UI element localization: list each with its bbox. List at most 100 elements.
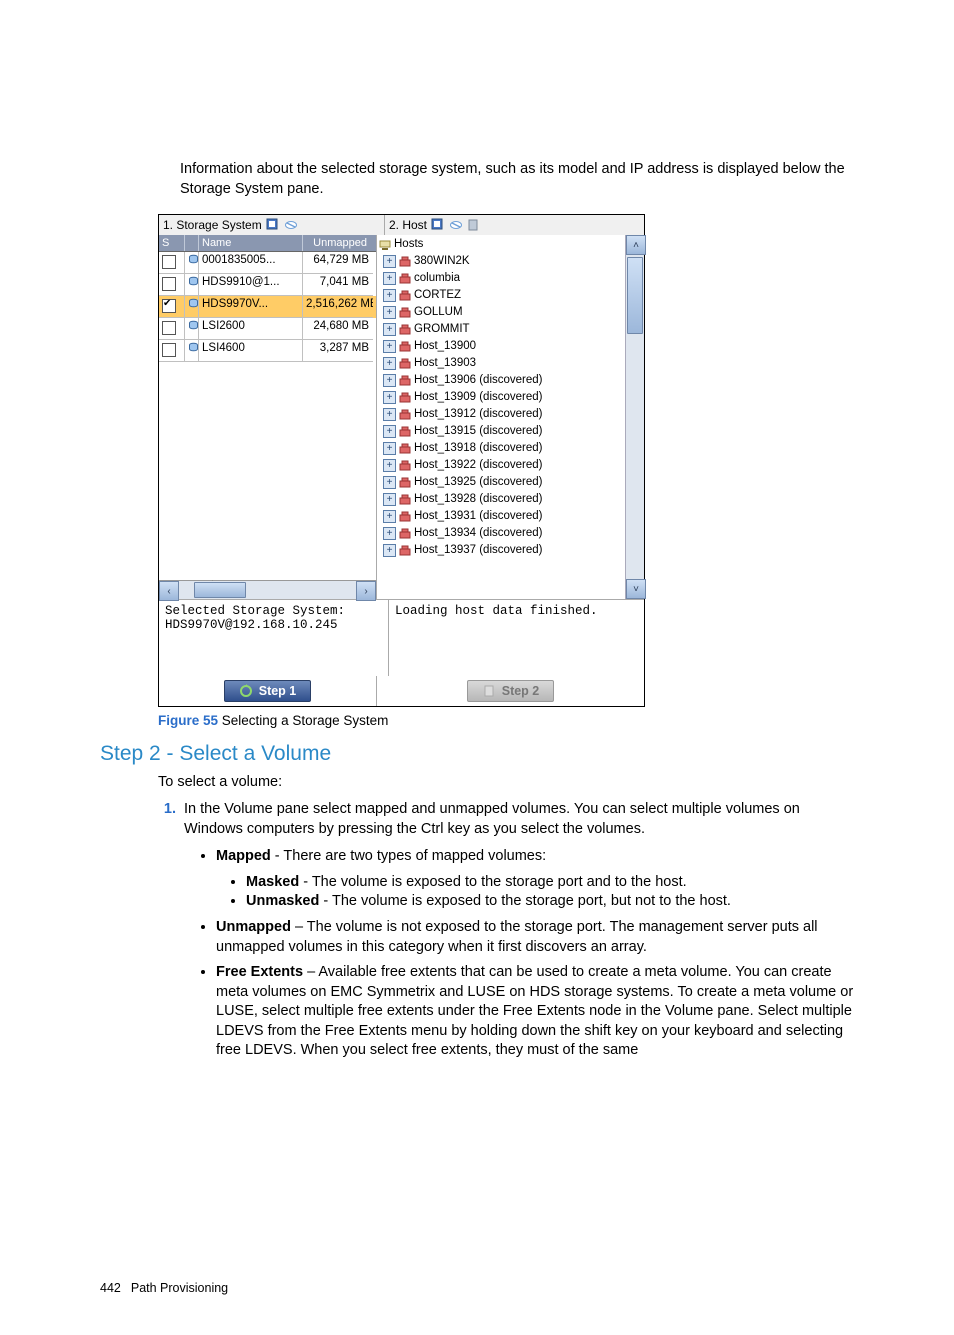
host-tree-item[interactable]: + Host_13912 (discovered): [379, 406, 623, 423]
host-tree-item[interactable]: +Host_13937 (discovered): [379, 542, 623, 559]
row-name: HDS9910@1...: [199, 274, 303, 296]
col-header-name[interactable]: Name: [199, 235, 303, 251]
expand-icon[interactable]: +: [383, 323, 396, 336]
scroll-right-button[interactable]: ›: [356, 581, 376, 601]
host-label: Host_13912 (discovered): [414, 406, 543, 423]
host-tree-item[interactable]: + Host_13922 (discovered): [379, 457, 623, 474]
intro-paragraph: Information about the selected storage s…: [180, 160, 854, 199]
expand-icon[interactable]: +: [383, 459, 396, 472]
host-label: columbia: [414, 270, 460, 287]
row-unmapped: 7,041 MB: [303, 274, 373, 296]
host-label: Host_13931 (discovered): [414, 508, 543, 525]
expand-icon[interactable]: +: [383, 340, 396, 353]
col-header-unmapped[interactable]: Unmapped: [303, 235, 373, 251]
col-header-select[interactable]: S: [159, 235, 185, 251]
host-tree-item[interactable]: +Host_13918 (discovered): [379, 440, 623, 457]
unmapped-item: Unmapped – The volume is not exposed to …: [216, 918, 854, 957]
host-label: GOLLUM: [414, 304, 463, 321]
host-label: Host_13915 (discovered): [414, 423, 543, 440]
clear-icon[interactable]: [284, 218, 298, 232]
hosts-root-label[interactable]: Hosts: [394, 236, 423, 253]
expand-icon[interactable]: +: [383, 493, 396, 506]
host-label: 380WIN2K: [414, 253, 470, 270]
row-checkbox[interactable]: [162, 343, 176, 357]
filter-icon[interactable]: [266, 218, 280, 232]
row-checkbox[interactable]: [162, 255, 176, 269]
host-label: CORTEZ: [414, 287, 461, 304]
host-icon: [399, 324, 411, 336]
host-label: Host_13909 (discovered): [414, 389, 543, 406]
scroll-left-button[interactable]: ‹: [159, 581, 179, 601]
host-tree-item[interactable]: +Host_13934 (discovered): [379, 525, 623, 542]
vertical-scrollbar[interactable]: ˄ ˅: [625, 235, 644, 599]
storage-icon: [188, 322, 199, 334]
list-item-1: In the Volume pane select mapped and unm…: [180, 800, 854, 1061]
filter-icon[interactable]: [431, 218, 445, 232]
host-tree-item[interactable]: +380WIN2K: [379, 253, 623, 270]
free-extents-item: Free Extents – Available free extents th…: [216, 963, 854, 1061]
host-label: Host_13925 (discovered): [414, 474, 543, 491]
host-icon: [399, 460, 411, 472]
expand-icon[interactable]: +: [383, 544, 396, 557]
row-checkbox[interactable]: [162, 299, 176, 313]
hosts-root-icon: [379, 239, 391, 251]
table-row[interactable]: LSI260024,680 MB: [159, 318, 376, 340]
expand-icon[interactable]: +: [383, 442, 396, 455]
host-tree-item[interactable]: + columbia: [379, 270, 623, 287]
select-volume-intro: To select a volume:: [158, 774, 854, 790]
host-label: Host_13922 (discovered): [414, 457, 543, 474]
row-unmapped: 3,287 MB: [303, 340, 373, 362]
expand-icon[interactable]: +: [383, 357, 396, 370]
row-unmapped: 24,680 MB: [303, 318, 373, 340]
host-icon: [399, 443, 411, 455]
glossary-icon[interactable]: [467, 218, 481, 232]
host-tree-item[interactable]: + Host_13915 (discovered): [379, 423, 623, 440]
expand-icon[interactable]: +: [383, 289, 396, 302]
refresh-icon: [239, 684, 253, 698]
expand-icon[interactable]: +: [383, 374, 396, 387]
step-2-button[interactable]: Step 2: [467, 680, 555, 702]
host-tree-item[interactable]: + Host_13931 (discovered): [379, 508, 623, 525]
expand-icon[interactable]: +: [383, 527, 396, 540]
host-icon: [399, 375, 411, 387]
clear-icon[interactable]: [449, 218, 463, 232]
scroll-down-button[interactable]: ˅: [626, 579, 646, 599]
scroll-thumb[interactable]: [627, 257, 643, 334]
expand-icon[interactable]: +: [383, 476, 396, 489]
expand-icon[interactable]: +: [383, 255, 396, 268]
host-tree-item[interactable]: + CORTEZ: [379, 287, 623, 304]
expand-icon[interactable]: +: [383, 391, 396, 404]
table-row[interactable]: 0001835005...64,729 MB: [159, 252, 376, 274]
host-tree-item[interactable]: + Host_13909 (discovered): [379, 389, 623, 406]
host-tree-item[interactable]: +Host_13928 (discovered): [379, 491, 623, 508]
host-tree-item[interactable]: +Host_13900: [379, 338, 623, 355]
row-checkbox[interactable]: [162, 277, 176, 291]
expand-icon[interactable]: +: [383, 510, 396, 523]
horizontal-scrollbar[interactable]: ‹ ›: [159, 580, 376, 599]
table-row[interactable]: HDS9910@1...7,041 MB: [159, 274, 376, 296]
host-label: Host_13906 (discovered): [414, 372, 543, 389]
row-name: 0001835005...: [199, 252, 303, 274]
host-tree-item[interactable]: + GOLLUM: [379, 304, 623, 321]
section-2-label: 2. Host: [389, 218, 427, 232]
host-icon: [399, 545, 411, 557]
expand-icon[interactable]: +: [383, 425, 396, 438]
row-checkbox[interactable]: [162, 321, 176, 335]
host-label: GROMMIT: [414, 321, 470, 338]
host-tree-item[interactable]: + Host_13906 (discovered): [379, 372, 623, 389]
host-tree-item[interactable]: +Host_13903: [379, 355, 623, 372]
col-header-icon[interactable]: [185, 235, 199, 251]
host-icon: [399, 256, 411, 268]
expand-icon[interactable]: +: [383, 408, 396, 421]
step-1-button[interactable]: Step 1: [224, 680, 312, 702]
expand-icon[interactable]: +: [383, 272, 396, 285]
scroll-up-button[interactable]: ˄: [626, 235, 646, 255]
table-row[interactable]: LSI46003,287 MB: [159, 340, 376, 362]
host-tree-item[interactable]: + GROMMIT: [379, 321, 623, 338]
expand-icon[interactable]: +: [383, 306, 396, 319]
figure-caption: Figure 55 Selecting a Storage System: [158, 713, 854, 728]
scroll-thumb[interactable]: [194, 582, 246, 598]
host-tree-item[interactable]: + Host_13925 (discovered): [379, 474, 623, 491]
table-row[interactable]: HDS9970V...2,516,262 MB: [159, 296, 376, 318]
unmasked-item: Unmasked - The volume is exposed to the …: [246, 892, 854, 912]
